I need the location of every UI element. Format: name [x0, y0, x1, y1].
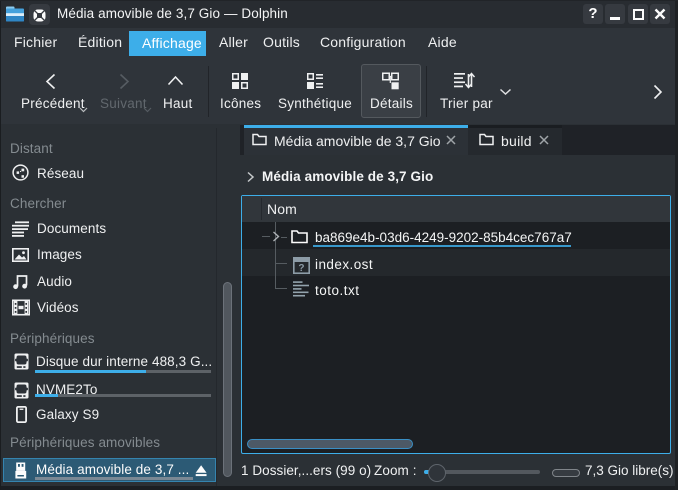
svg-text:?: ?	[298, 263, 304, 274]
